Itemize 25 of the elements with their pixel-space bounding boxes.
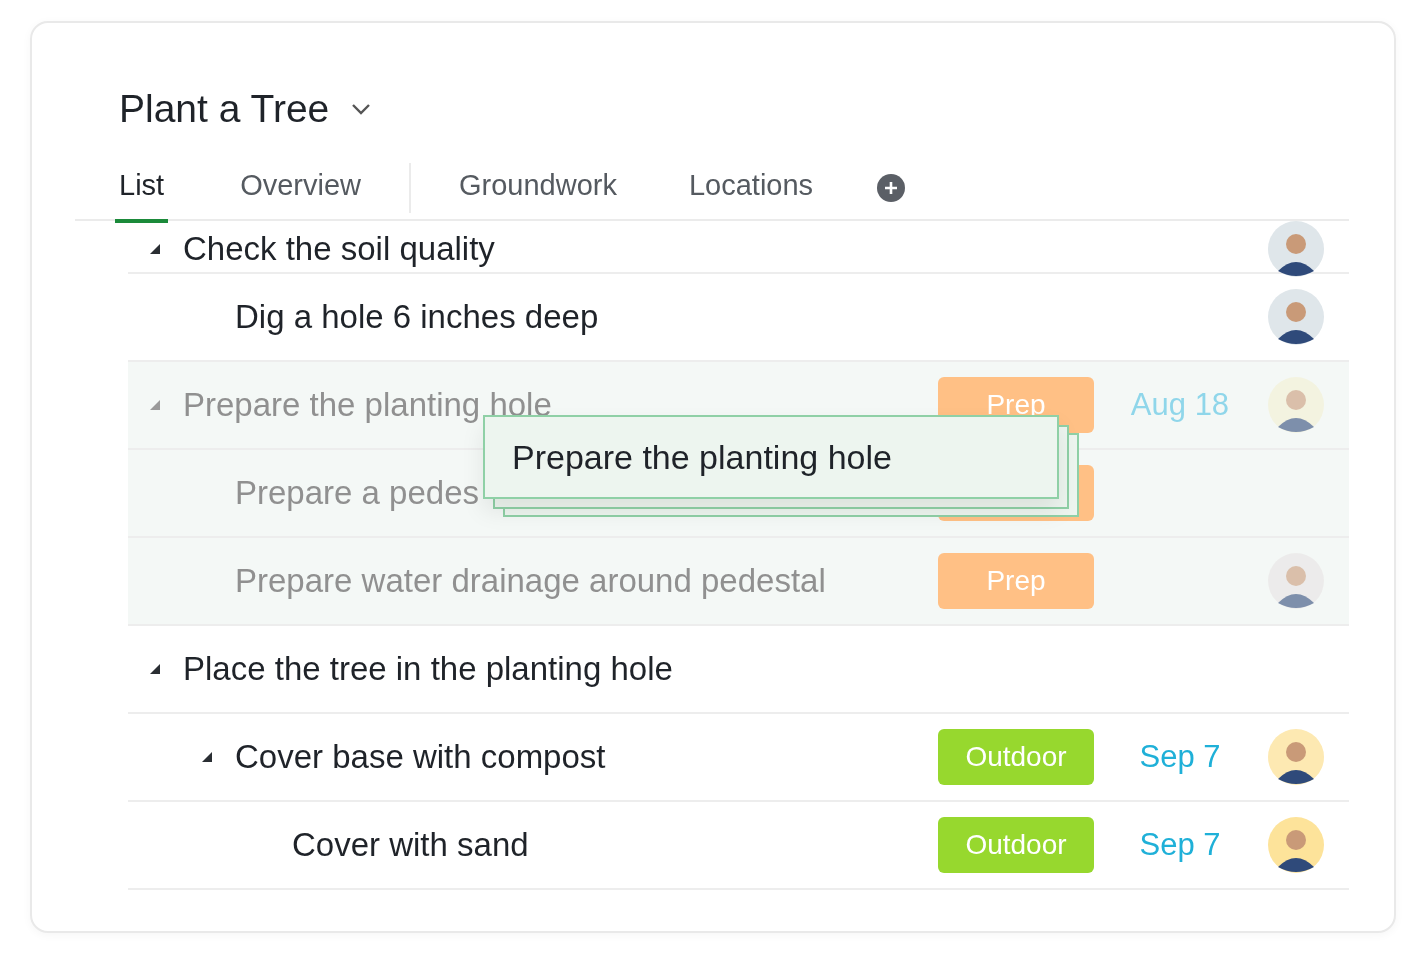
task-name: Prepare a pedes [235,474,479,512]
view-tab[interactable]: Overview [240,157,361,223]
task-tag: Outdoor [938,729,1094,785]
view-tab[interactable]: List [115,157,169,223]
task-tag: Outdoor [938,817,1094,873]
chevron-down-icon[interactable] [351,103,372,115]
expand-caret-icon[interactable] [149,663,161,675]
task-name: Dig a hole 6 inches deep [235,298,599,336]
task-name: Check the soil quality [183,230,495,268]
task-name: Cover with sand [292,826,529,864]
task-name: Place the tree in the planting hole [183,650,673,688]
view-tab[interactable]: Locations [688,157,814,223]
due-date: Sep 7 [1139,739,1221,775]
due-date: Aug 18 [1130,387,1230,423]
task-tag: Prep [938,553,1094,609]
expand-caret-icon[interactable] [149,243,161,255]
due-date: Sep 7 [1139,827,1221,863]
expand-caret-icon[interactable] [201,751,213,763]
project-title: Plant a Tree [119,87,330,131]
task-name: Cover base with compost [235,738,606,776]
drag-preview-label: Prepare the planting hole [512,437,892,477]
add-icon[interactable] [877,174,906,202]
view-tab[interactable]: Groundwork [459,157,617,223]
task-name: Prepare water drainage around pedestal [235,562,826,600]
task-name: Prepare the planting hole [183,386,552,424]
